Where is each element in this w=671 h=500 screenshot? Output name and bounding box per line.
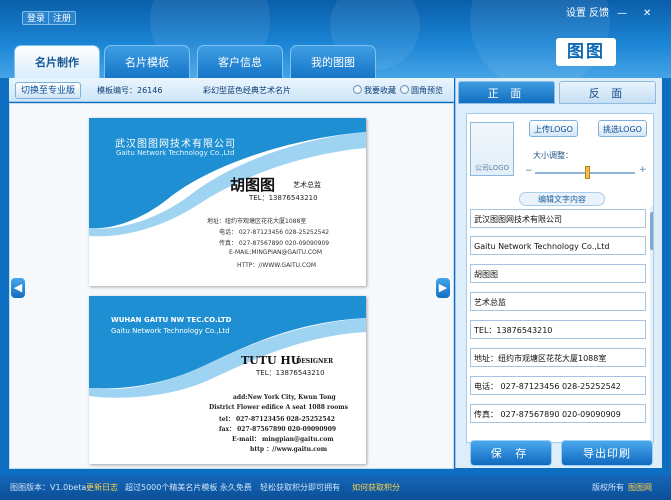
card-front[interactable]: 武汉图图网技术有限公司 Gaitu Network Technology Co.…	[89, 118, 366, 286]
front-name: 胡图图	[230, 176, 276, 194]
back-title: DESIGNER	[296, 358, 334, 365]
text-field[interactable]: 电话： 027-87123456 028-25252542	[470, 376, 646, 395]
tab-my-tutu[interactable]: 我的图图	[290, 45, 376, 78]
tab-label: 客户信息	[218, 56, 262, 69]
front-email: E-MAIL:MINGPIAN@GAITU.COM	[229, 249, 323, 256]
size-slider-thumb[interactable]	[585, 166, 590, 179]
tab-label: 名片制作	[35, 56, 79, 69]
logo-preview[interactable]: 公司LOGO	[470, 122, 514, 176]
text-field[interactable]: 胡图图	[470, 264, 646, 283]
settings-link[interactable]: 设置	[566, 8, 586, 20]
template-name: 彩幻型蓝色经典艺术名片	[203, 86, 291, 95]
card-back[interactable]: WUHAN GAITU NW TEC.CO.LTD Gaitu Network …	[89, 296, 366, 464]
edit-panel: 公司LOGO 上传LOGO 挑选LOGO 大小调整： − + 编辑文字内容 武汉…	[466, 113, 654, 443]
switch-pro-button[interactable]: 切换至专业版	[15, 82, 82, 99]
close-icon[interactable]: ✕	[643, 8, 651, 20]
round-preview-option[interactable]: 圆角预览	[400, 85, 443, 96]
save-button[interactable]: 保 存	[470, 440, 552, 466]
round-preview-label: 圆角预览	[411, 86, 443, 95]
scrollbar-thumb[interactable]	[650, 212, 653, 250]
version-text: 图图版本：V1.0beta	[10, 483, 87, 492]
front-address: 地址：纽约市观塘区花花大厦1088室	[207, 218, 307, 225]
back-name: TUTU HU	[241, 354, 301, 367]
back-email: E-mail： mingpian@gaitu.com	[232, 436, 334, 443]
tab-back-side[interactable]: 反 面	[559, 81, 656, 104]
back-http: http ：//www.gaitu.com	[250, 446, 328, 453]
choose-logo-button[interactable]: 挑选LOGO	[598, 120, 647, 137]
back-address: add:New York City, Kwun Tong	[233, 394, 336, 401]
export-print-button[interactable]: 导出印刷	[561, 440, 653, 466]
brand-link[interactable]: 图图网	[628, 475, 652, 500]
text-field[interactable]: Gaitu Network Technology Co.,Ltd	[470, 236, 646, 255]
points-text: 轻松获取积分即可拥有	[260, 483, 340, 492]
fields-scrollbar[interactable]	[650, 206, 653, 442]
front-title: 艺术总监	[293, 181, 321, 189]
next-arrow-icon[interactable]: ▶	[436, 278, 450, 298]
app-logo: 图图	[556, 38, 616, 66]
text-field[interactable]: 传真： 027-87567890 020-09090909	[470, 404, 646, 423]
tab-card-templates[interactable]: 名片模板	[104, 45, 190, 78]
radio-icon	[353, 85, 362, 94]
minimize-icon[interactable]: —	[617, 8, 627, 20]
back-tel: TEL：13876543210	[256, 369, 325, 377]
text-field[interactable]: TEL：13876543210	[470, 320, 646, 339]
front-tel: TEL：13876543210	[249, 194, 318, 202]
edit-text-title: 编辑文字内容	[519, 192, 605, 206]
back-company: WUHAN GAITU NW TEC.CO.LTD	[111, 316, 232, 324]
edit-sidebar: 正 面 反 面 公司LOGO 上传LOGO 挑选LOGO 大小调整： − + 编…	[455, 78, 662, 468]
register-button[interactable]: 注册	[48, 11, 77, 25]
plus-icon[interactable]: +	[639, 165, 647, 175]
copyright-text: 版权所有	[592, 483, 624, 492]
promo-text: 超过5000个精美名片模板 永久免费	[125, 483, 252, 492]
status-bar: 图图版本：V1.0beta 更新日志 超过5000个精美名片模板 永久免费 轻松…	[0, 475, 671, 500]
front-company: 武汉图图网技术有限公司	[115, 139, 236, 150]
favorite-label: 我要收藏	[364, 86, 396, 95]
login-button[interactable]: 登录	[22, 11, 51, 25]
text-field[interactable]: 武汉图图网技术有限公司	[470, 209, 646, 228]
upload-logo-button[interactable]: 上传LOGO	[529, 120, 578, 137]
changelog-link[interactable]: 更新日志	[86, 475, 118, 500]
feedback-link[interactable]: 反馈	[589, 8, 609, 20]
tab-customer-info[interactable]: 客户信息	[197, 45, 283, 78]
tab-label: 我的图图	[311, 56, 355, 69]
back-fax: fax： 027-87567890 020-09090909	[219, 426, 337, 433]
prev-arrow-icon[interactable]: ◀	[11, 278, 25, 298]
text-field[interactable]: 艺术总监	[470, 292, 646, 311]
front-phone: 电话： 027-87123456 028-25252542	[219, 229, 330, 236]
tab-label: 名片模板	[125, 56, 169, 69]
size-label: 大小调整：	[533, 151, 573, 160]
front-fax: 传真： 027-87567890 020-09090909	[219, 240, 330, 247]
text-field[interactable]: 地址：纽约市观塘区花花大厦1088室	[470, 348, 646, 367]
minus-icon[interactable]: −	[525, 166, 533, 176]
front-company-en: Gaitu Network Technology Co.,Ltd	[116, 149, 235, 157]
tab-card-design[interactable]: 名片制作	[14, 45, 100, 78]
get-points-link[interactable]: 如何获取积分	[352, 475, 400, 500]
logo-placeholder: 公司LOGO	[474, 164, 510, 172]
template-info-bar: 切换至专业版 模板编号：26146 彩幻型蓝色经典艺术名片 我要收藏 圆角预览	[9, 78, 454, 102]
template-number: 模板编号：26146	[97, 86, 163, 95]
back-company-en: Gaitu Network Technology Co.,Ltd	[111, 327, 230, 335]
back-address2: District Flower edifice A seat 1088 room…	[209, 404, 348, 411]
favorite-option[interactable]: 我要收藏	[353, 85, 396, 96]
tab-front-side[interactable]: 正 面	[458, 81, 555, 104]
front-http: HTTP：//WWW.GAITU.COM	[237, 262, 316, 269]
radio-icon	[400, 85, 409, 94]
back-tel-line: tel： 027-87123456 028-25252542	[219, 416, 335, 423]
top-bar: 登录 注册 设置 反馈 — ✕ 图图 名片制作 名片模板 客户信息 我的图图	[0, 0, 671, 78]
